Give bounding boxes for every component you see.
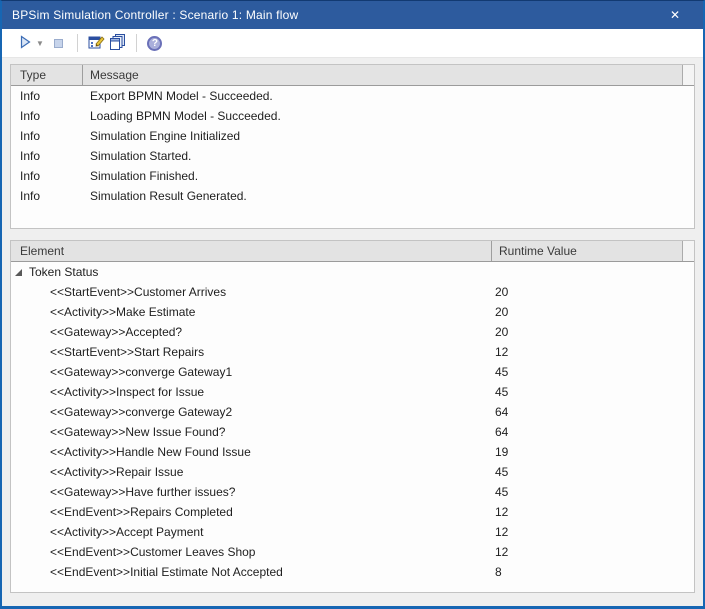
layers-icon <box>109 33 127 54</box>
token-row-element: <<Activity>>Make Estimate <box>11 305 492 319</box>
copy-results-button[interactable] <box>107 32 129 54</box>
token-column-element: Element <box>11 241 491 261</box>
token-row-runtime-value: 12 <box>492 545 694 559</box>
log-header-tail <box>682 65 694 85</box>
token-row-runtime-value: 45 <box>492 385 694 399</box>
token-row[interactable]: <<Activity>>Repair Issue 45 <box>11 462 694 482</box>
token-row-element: <<Gateway>>converge Gateway1 <box>11 365 492 379</box>
help-button[interactable]: ? <box>144 32 166 54</box>
token-row-runtime-value: 8 <box>492 565 694 579</box>
log-row-message: Simulation Engine Initialized <box>82 129 694 143</box>
token-row-element: <<Activity>>Handle New Found Issue <box>11 445 492 459</box>
log-row-message: Export BPMN Model - Succeeded. <box>82 89 694 103</box>
toolbar: ▼ <box>2 29 703 58</box>
token-row-runtime-value: 20 <box>492 325 694 339</box>
log-row-message: Simulation Result Generated. <box>82 189 694 203</box>
token-header: Element Runtime Value <box>11 241 694 262</box>
token-row[interactable]: <<Activity>>Handle New Found Issue 19 <box>11 442 694 462</box>
title-bar: BPSim Simulation Controller : Scenario 1… <box>2 1 703 29</box>
bpsim-simulation-controller-window: BPSim Simulation Controller : Scenario 1… <box>0 0 705 609</box>
token-body: Token Status <<StartEvent>>Customer Arri… <box>11 262 694 592</box>
token-row-runtime-value: 12 <box>492 505 694 519</box>
token-row-element: <<StartEvent>>Start Repairs <box>11 345 492 359</box>
toolbar-separator <box>136 34 137 52</box>
token-row[interactable]: <<Gateway>>converge Gateway1 45 <box>11 362 694 382</box>
token-row-element: <<Activity>>Accept Payment <box>11 525 492 539</box>
token-row-element: <<EndEvent>>Customer Leaves Shop <box>11 545 492 559</box>
token-row-runtime-value: 64 <box>492 425 694 439</box>
log-row[interactable]: Info Export BPMN Model - Succeeded. <box>11 86 694 106</box>
token-row-runtime-value: 64 <box>492 405 694 419</box>
token-row-runtime-value: 20 <box>492 285 694 299</box>
stop-icon <box>54 39 63 48</box>
window-title: BPSim Simulation Controller : Scenario 1… <box>12 8 298 22</box>
help-icon: ? <box>147 36 162 51</box>
token-row[interactable]: <<Activity>>Accept Payment 12 <box>11 522 694 542</box>
token-rows: <<StartEvent>>Customer Arrives 20 <<Acti… <box>11 282 694 582</box>
token-row[interactable]: <<StartEvent>>Customer Arrives 20 <box>11 282 694 302</box>
run-options-dropdown-icon[interactable]: ▼ <box>36 39 44 48</box>
token-row[interactable]: <<Gateway>>Have further issues? 45 <box>11 482 694 502</box>
log-column-type: Type <box>11 65 82 85</box>
close-button[interactable]: ✕ <box>663 1 687 29</box>
bpsim-report-button[interactable] <box>85 32 107 54</box>
token-group-label: Token Status <box>29 265 98 279</box>
token-header-tail <box>682 241 694 261</box>
toolbar-separator <box>77 34 78 52</box>
token-row-element: <<Gateway>>New Issue Found? <box>11 425 492 439</box>
play-icon <box>18 35 32 52</box>
token-row-element: <<Gateway>>converge Gateway2 <box>11 405 492 419</box>
log-header: Type Message <box>11 65 694 86</box>
token-row[interactable]: <<Activity>>Make Estimate 20 <box>11 302 694 322</box>
token-row-runtime-value: 45 <box>492 365 694 379</box>
token-row-runtime-value: 45 <box>492 485 694 499</box>
token-row-element: <<Activity>>Inspect for Issue <box>11 385 492 399</box>
token-row-runtime-value: 19 <box>492 445 694 459</box>
log-row-type: Info <box>11 109 82 123</box>
message-log-panel: Type Message Info Export BPMN Model - Su… <box>10 64 695 229</box>
log-row-type: Info <box>11 149 82 163</box>
log-row[interactable]: Info Loading BPMN Model - Succeeded. <box>11 106 694 126</box>
token-row-element: <<Activity>>Repair Issue <box>11 465 492 479</box>
log-row[interactable]: Info Simulation Finished. <box>11 166 694 186</box>
tree-expander-icon[interactable] <box>15 269 22 276</box>
token-column-runtime-value: Runtime Value <box>491 241 682 261</box>
log-row-message: Simulation Started. <box>82 149 694 163</box>
log-row-message: Loading BPMN Model - Succeeded. <box>82 109 694 123</box>
run-simulation-button[interactable] <box>14 32 36 54</box>
token-row-element: <<EndEvent>>Initial Estimate Not Accepte… <box>11 565 492 579</box>
log-row-message: Simulation Finished. <box>82 169 694 183</box>
token-row[interactable]: <<EndEvent>>Repairs Completed 12 <box>11 502 694 522</box>
log-rows: Info Export BPMN Model - Succeeded. Info… <box>11 86 694 228</box>
token-row[interactable]: <<EndEvent>>Initial Estimate Not Accepte… <box>11 562 694 582</box>
report-pencil-icon <box>87 33 105 54</box>
log-row[interactable]: Info Simulation Result Generated. <box>11 186 694 206</box>
log-row[interactable]: Info Simulation Started. <box>11 146 694 166</box>
token-row[interactable]: <<Activity>>Inspect for Issue 45 <box>11 382 694 402</box>
token-row-element: <<StartEvent>>Customer Arrives <box>11 285 492 299</box>
token-row-runtime-value: 45 <box>492 465 694 479</box>
token-status-group-row[interactable]: Token Status <box>11 262 694 282</box>
token-row-runtime-value: 20 <box>492 305 694 319</box>
log-column-message: Message <box>82 65 682 85</box>
log-row[interactable]: Info Simulation Engine Initialized <box>11 126 694 146</box>
log-row-type: Info <box>11 189 82 203</box>
token-row[interactable]: <<EndEvent>>Customer Leaves Shop 12 <box>11 542 694 562</box>
token-row[interactable]: <<StartEvent>>Start Repairs 12 <box>11 342 694 362</box>
token-row[interactable]: <<Gateway>>Accepted? 20 <box>11 322 694 342</box>
token-row-element: <<Gateway>>Have further issues? <box>11 485 492 499</box>
log-row-type: Info <box>11 129 82 143</box>
token-row-element: <<EndEvent>>Repairs Completed <box>11 505 492 519</box>
token-status-panel: Element Runtime Value Token Status <<Sta… <box>10 240 695 593</box>
token-row[interactable]: <<Gateway>>converge Gateway2 64 <box>11 402 694 422</box>
log-row-type: Info <box>11 89 82 103</box>
token-row-runtime-value: 12 <box>492 525 694 539</box>
token-row[interactable]: <<Gateway>>New Issue Found? 64 <box>11 422 694 442</box>
token-row-element: <<Gateway>>Accepted? <box>11 325 492 339</box>
stop-simulation-button[interactable] <box>48 32 70 54</box>
log-row-type: Info <box>11 169 82 183</box>
token-row-runtime-value: 12 <box>492 345 694 359</box>
